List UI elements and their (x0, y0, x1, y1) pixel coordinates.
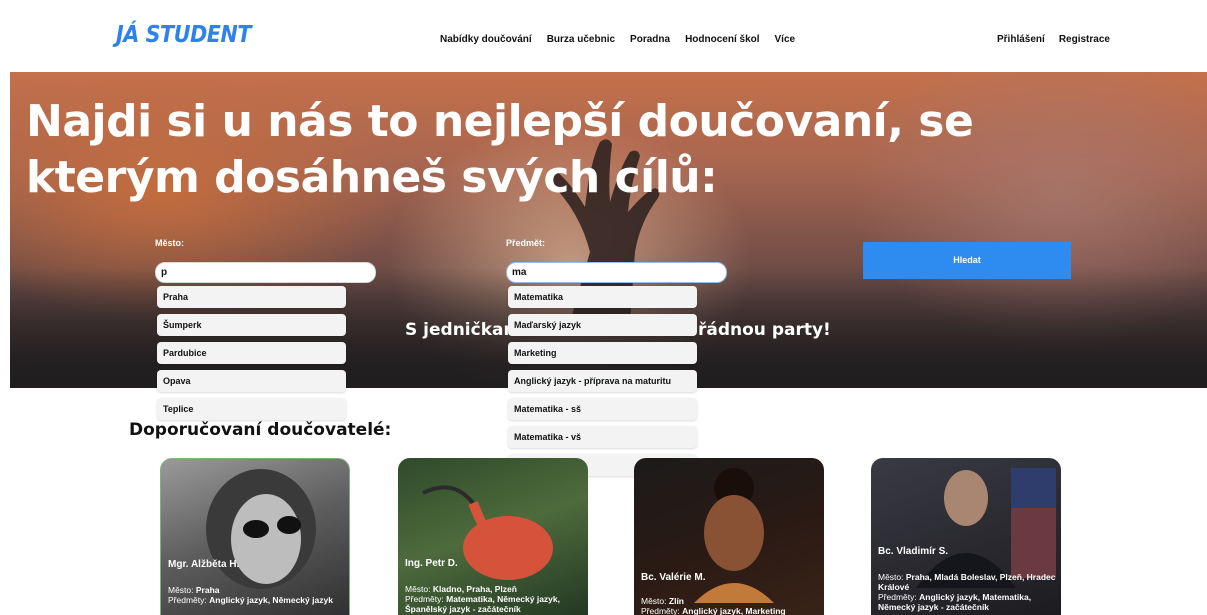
city-suggestion[interactable]: Praha (157, 286, 346, 308)
city-suggestion[interactable]: Opava (157, 370, 346, 392)
tutor-card[interactable]: Bc. Valérie M. Město: Zlín Předměty: Ang… (634, 458, 824, 615)
tutor-name: Ing. Petr D. (405, 558, 458, 569)
nav-item-school-ratings[interactable]: Hodnocení škol (685, 34, 759, 45)
city-suggestion[interactable]: Šumperk (157, 314, 346, 336)
city-input[interactable]: p (155, 262, 376, 283)
tutor-name: Bc. Vladimír S. (878, 546, 949, 557)
hero-tagline-right: řádnou party! (698, 320, 831, 340)
tutor-photo (916, 468, 1056, 588)
tutor-info: Město: Kladno, Praha, Plzeň Předměty: Ma… (405, 584, 560, 614)
main-nav: Nabídky doučování Burza učebnic Poradna … (440, 34, 795, 45)
auth-links: Přihlášení Registrace (997, 34, 1110, 45)
hero-banner: Najdi si u nás to nejlepší doučovaní, se… (10, 72, 1207, 388)
tutor-name: Bc. Valérie M. (641, 572, 706, 583)
subject-suggestion[interactable]: Marketing (508, 342, 697, 364)
tutor-info: Město: Praha, Mladá Boleslav, Plzeň, Hra… (878, 572, 1056, 612)
site-header: JÁ STUDENT Nabídky doučování Burza učebn… (0, 0, 1207, 72)
tutor-card[interactable]: Mgr. Alžběta H. Město: Praha Předměty: A… (160, 458, 350, 615)
login-link[interactable]: Přihlášení (997, 34, 1045, 45)
hero-tagline-left: S jedničkam (405, 320, 522, 340)
recommended-tutors-title: Doporučovaní doučovatelé: (129, 420, 392, 440)
tutor-info: Město: Praha Předměty: Anglický jazyk, N… (168, 585, 333, 605)
hero-title: Najdi si u nás to nejlepší doučovaní, se… (26, 96, 974, 203)
city-suggestion[interactable]: Pardubice (157, 342, 346, 364)
tutor-card[interactable]: Bc. Vladimír S. Město: Praha, Mladá Bole… (871, 458, 1061, 615)
city-suggestion[interactable]: Teplice (157, 398, 346, 420)
subject-label: Předmět: (506, 238, 546, 248)
site-logo[interactable]: JÁ STUDENT (116, 22, 251, 48)
nav-item-advice[interactable]: Poradna (630, 34, 670, 45)
subject-suggestion[interactable]: Maďarský jazyk (508, 314, 697, 336)
tutor-info: Město: Zlín Předměty: Anglický jazyk, Ma… (641, 596, 786, 615)
city-label: Město: (155, 238, 184, 248)
nav-item-more[interactable]: Více (775, 34, 796, 45)
subject-suggestion[interactable]: Matematika - vš (508, 426, 697, 448)
tutor-name: Mgr. Alžběta H. (168, 559, 240, 570)
subject-suggestion[interactable]: Anglický jazyk - příprava na maturitu (508, 370, 697, 392)
tutor-card[interactable]: Ing. Petr D. Město: Kladno, Praha, Plzeň… (398, 458, 588, 615)
nav-item-tutoring-offers[interactable]: Nabídky doučování (440, 34, 532, 45)
subject-suggestion[interactable]: Matematika - sš (508, 398, 697, 420)
tutor-photo (206, 469, 316, 589)
subject-input[interactable]: ma (506, 262, 727, 283)
subject-suggestion[interactable]: Matematika (508, 286, 697, 308)
nav-item-textbook-exchange[interactable]: Burza učebnic (547, 34, 615, 45)
search-button[interactable]: Hledat (863, 242, 1071, 279)
register-link[interactable]: Registrace (1059, 34, 1110, 45)
